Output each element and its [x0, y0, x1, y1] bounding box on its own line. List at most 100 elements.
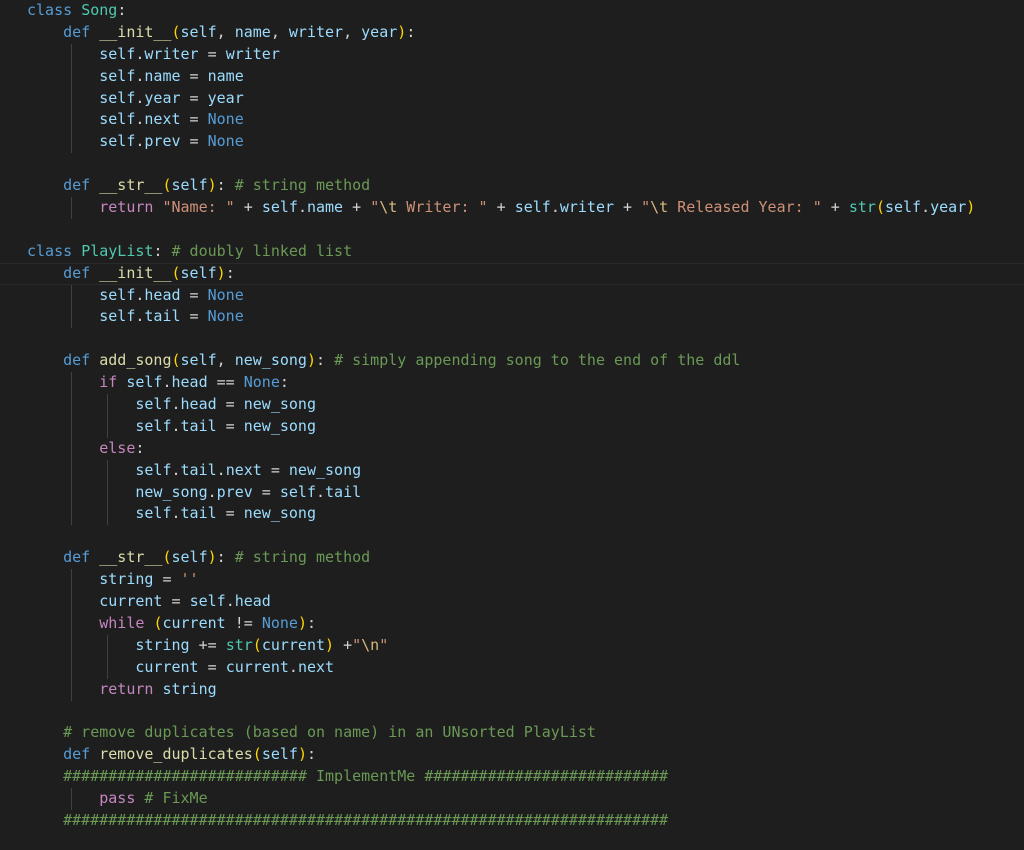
code-token: # remove duplicates (based on name) in a… — [63, 723, 596, 742]
code-token: + — [234, 198, 262, 217]
code-token: : — [306, 745, 316, 764]
code-token: != — [225, 613, 262, 632]
code-token: ) — [306, 351, 316, 370]
code-token: tail — [180, 504, 217, 523]
code-line[interactable]: def __str__(self): # string method — [27, 175, 1024, 197]
code-line[interactable]: self.head = None — [27, 284, 1024, 307]
code-line[interactable]: self.next = None — [27, 109, 1024, 132]
code-token: tail — [325, 482, 362, 501]
code-token: ########################################… — [63, 810, 669, 829]
code-line[interactable] — [27, 525, 1024, 547]
code-token: self — [171, 548, 208, 567]
code-token: self — [99, 110, 136, 129]
indent-guide — [107, 656, 109, 679]
code-token: " — [379, 635, 389, 654]
code-token: : — [135, 438, 145, 457]
code-token: current — [261, 635, 326, 654]
code-token: self — [99, 44, 136, 63]
code-token: \t — [379, 198, 398, 217]
code-token: . — [171, 395, 181, 414]
code-line[interactable]: else: — [27, 437, 1024, 460]
code-token: self — [261, 745, 298, 764]
code-token: ########################### ImplementMe … — [63, 767, 669, 786]
code-line[interactable]: self.prev = None — [27, 131, 1024, 154]
code-token: prev — [216, 482, 253, 501]
code-line[interactable]: def __str__(self): # string method — [27, 547, 1024, 569]
code-line[interactable]: return "Name: " + self.name + "\t Writer… — [27, 197, 1024, 219]
code-token: def — [63, 263, 91, 282]
code-token: year — [144, 88, 181, 107]
code-line[interactable]: def remove_duplicates(self): — [27, 744, 1024, 766]
code-line[interactable]: self.tail = new_song — [27, 503, 1024, 526]
code-token: # simply appending song to the end of th… — [334, 351, 741, 370]
code-line[interactable]: while (current != None): — [27, 612, 1024, 635]
code-line[interactable]: string = '' — [27, 569, 1024, 592]
code-line[interactable]: pass # FixMe — [27, 788, 1024, 810]
code-line[interactable]: new_song.prev = self.tail — [27, 481, 1024, 504]
code-line[interactable]: class Song: — [27, 0, 1024, 22]
code-token: new_song — [288, 460, 362, 479]
code-token: = — [252, 482, 280, 501]
code-token: str — [225, 635, 253, 654]
code-line[interactable] — [27, 219, 1024, 241]
code-token: ) — [297, 745, 307, 764]
code-token: # string method — [234, 548, 371, 567]
code-area[interactable]: class Song: def __init__(self, name, wri… — [0, 0, 1024, 832]
code-token: current — [225, 657, 289, 676]
code-token: class — [27, 241, 73, 260]
code-line[interactable]: if self.head == None: — [27, 372, 1024, 395]
indent-guide — [71, 503, 73, 526]
code-line[interactable]: def __init__(self, name, writer, year): — [27, 22, 1024, 44]
code-token: self — [884, 198, 922, 217]
code-line[interactable]: self.tail = new_song — [27, 415, 1024, 438]
code-line[interactable]: self.writer = writer — [27, 43, 1024, 66]
code-token: = — [180, 132, 208, 151]
code-line[interactable]: class PlayList: # doubly linked list — [27, 241, 1024, 263]
code-line[interactable]: ########################################… — [27, 810, 1024, 832]
code-line[interactable]: return string — [27, 678, 1024, 701]
code-token: Released Year: " — [668, 198, 822, 217]
code-token: ) — [397, 22, 407, 41]
code-token: None — [243, 373, 280, 392]
code-token: . — [288, 657, 298, 676]
code-token: None — [207, 110, 244, 129]
code-line[interactable]: current = current.next — [27, 656, 1024, 679]
code-line[interactable]: self.name = name — [27, 65, 1024, 88]
indent-guide — [107, 415, 109, 438]
code-token: , — [270, 22, 289, 41]
code-token: . — [297, 198, 307, 217]
code-token: = — [216, 416, 244, 435]
code-line[interactable]: self.head = new_song — [27, 394, 1024, 416]
code-line[interactable]: # remove duplicates (based on name) in a… — [27, 722, 1024, 744]
code-line[interactable] — [27, 701, 1024, 723]
code-line[interactable]: self.tail.next = new_song — [27, 459, 1024, 482]
code-token: ) — [207, 176, 217, 195]
code-line[interactable] — [27, 153, 1024, 175]
code-line[interactable]: ########################### ImplementMe … — [27, 766, 1024, 788]
code-token: new_song — [135, 482, 208, 501]
code-token: = — [180, 88, 208, 107]
code-line[interactable]: current = self.head — [27, 591, 1024, 613]
code-line[interactable]: def add_song(self, new_song): # simply a… — [27, 350, 1024, 372]
code-token: add_song — [99, 351, 172, 370]
code-line[interactable]: string += str(current) +"\n" — [27, 634, 1024, 657]
code-token: name — [207, 66, 244, 85]
code-line[interactable] — [27, 328, 1024, 350]
code-line[interactable]: self.tail = None — [27, 306, 1024, 329]
code-token: self — [180, 22, 217, 41]
code-editor[interactable]: class Song: def __init__(self, name, wri… — [0, 0, 1024, 850]
code-line[interactable]: def __init__(self): — [0, 262, 1024, 285]
code-token: ) — [966, 198, 976, 217]
code-token: = — [162, 592, 190, 611]
code-line[interactable]: self.year = year — [27, 87, 1024, 110]
code-token: Song — [81, 1, 118, 19]
